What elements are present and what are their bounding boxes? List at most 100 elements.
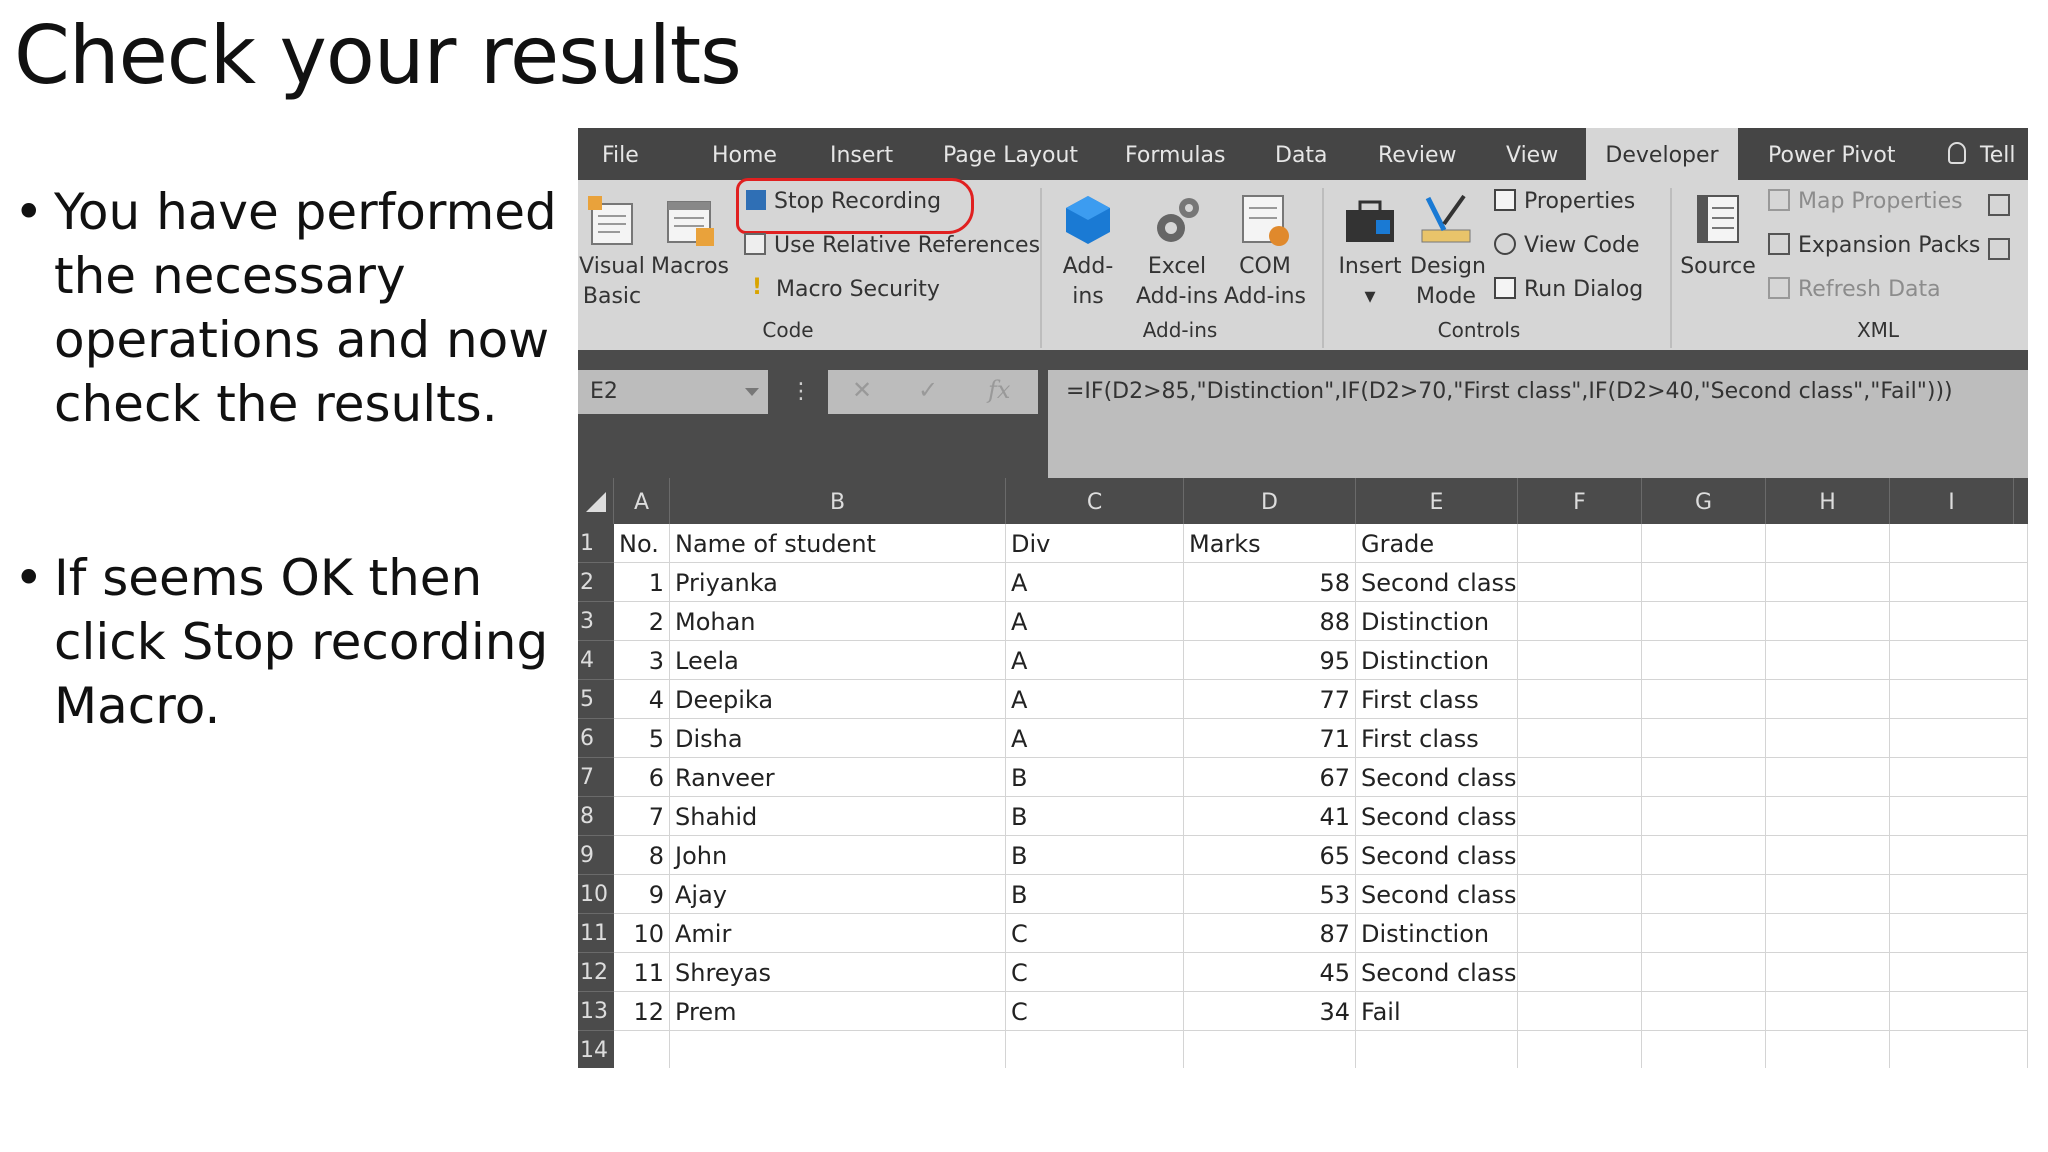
cell[interactable]: Second class bbox=[1356, 953, 1518, 992]
add-ins-button[interactable]: Add- ins bbox=[1050, 190, 1126, 312]
cell[interactable] bbox=[1890, 758, 2028, 797]
cell[interactable]: 77 bbox=[1184, 680, 1356, 719]
vertical-dots-icon[interactable]: ⋮ bbox=[790, 374, 812, 410]
cell[interactable]: Ajay bbox=[670, 875, 1006, 914]
cell[interactable]: C bbox=[1006, 953, 1184, 992]
cell[interactable]: 88 bbox=[1184, 602, 1356, 641]
tab-power-pivot[interactable]: Power Pivot bbox=[1768, 128, 1896, 180]
column-header[interactable]: E bbox=[1356, 478, 1518, 524]
cell[interactable]: A bbox=[1006, 641, 1184, 680]
cell[interactable] bbox=[1518, 914, 1642, 953]
cell[interactable]: Priyanka bbox=[670, 563, 1006, 602]
cell[interactable] bbox=[1890, 836, 2028, 875]
cell[interactable]: Ranveer bbox=[670, 758, 1006, 797]
cell[interactable]: Fail bbox=[1356, 992, 1518, 1031]
cell[interactable] bbox=[1890, 992, 2028, 1031]
enter-check-icon[interactable]: ✓ bbox=[918, 376, 938, 404]
cell[interactable]: Marks bbox=[1184, 524, 1356, 563]
cell[interactable]: 7 bbox=[614, 797, 670, 836]
cell[interactable]: Amir bbox=[670, 914, 1006, 953]
cell[interactable] bbox=[1518, 953, 1642, 992]
cell[interactable] bbox=[1518, 524, 1642, 563]
cell[interactable]: 53 bbox=[1184, 875, 1356, 914]
tab-developer[interactable]: Developer bbox=[1586, 128, 1738, 180]
cell[interactable]: 87 bbox=[1184, 914, 1356, 953]
column-header[interactable]: I bbox=[1890, 478, 2014, 524]
cell[interactable] bbox=[1642, 914, 1766, 953]
cell[interactable]: Distinction bbox=[1356, 914, 1518, 953]
column-header[interactable]: B bbox=[670, 478, 1006, 524]
cell[interactable]: B bbox=[1006, 758, 1184, 797]
cell[interactable] bbox=[1642, 719, 1766, 758]
cell[interactable] bbox=[1890, 563, 2028, 602]
column-header[interactable]: C bbox=[1006, 478, 1184, 524]
cell[interactable]: 6 bbox=[614, 758, 670, 797]
run-dialog-button[interactable]: Run Dialog bbox=[1494, 272, 1643, 308]
cell[interactable]: 58 bbox=[1184, 563, 1356, 602]
cell[interactable] bbox=[1518, 680, 1642, 719]
cell[interactable]: Leela bbox=[670, 641, 1006, 680]
column-header[interactable]: H bbox=[1766, 478, 1890, 524]
cell[interactable] bbox=[1642, 1031, 1766, 1068]
row-header[interactable]: 3 bbox=[578, 602, 614, 641]
cell[interactable]: 71 bbox=[1184, 719, 1356, 758]
cell[interactable] bbox=[1518, 1031, 1642, 1068]
insert-function-icon[interactable]: fx bbox=[988, 376, 1010, 404]
cell[interactable] bbox=[1766, 680, 1890, 719]
tab-formulas[interactable]: Formulas bbox=[1125, 128, 1225, 180]
xml-source-button[interactable]: Source bbox=[1678, 190, 1758, 282]
cell[interactable]: 9 bbox=[614, 875, 670, 914]
cell[interactable] bbox=[1642, 875, 1766, 914]
column-header[interactable]: D bbox=[1184, 478, 1356, 524]
cell[interactable]: 10 bbox=[614, 914, 670, 953]
cell[interactable] bbox=[1766, 1031, 1890, 1068]
cell[interactable] bbox=[670, 1031, 1006, 1068]
cell[interactable] bbox=[1642, 602, 1766, 641]
tab-insert[interactable]: Insert bbox=[830, 128, 893, 180]
cell[interactable] bbox=[1890, 602, 2028, 641]
insert-control-button[interactable]: Insert ▾ bbox=[1334, 190, 1406, 312]
cell[interactable]: C bbox=[1006, 914, 1184, 953]
cell[interactable]: Shahid bbox=[670, 797, 1006, 836]
cell[interactable]: Second class bbox=[1356, 797, 1518, 836]
cell[interactable]: Distinction bbox=[1356, 602, 1518, 641]
export-icon[interactable] bbox=[1988, 238, 2010, 260]
view-code-button[interactable]: View Code bbox=[1494, 228, 1640, 264]
chevron-down-icon[interactable] bbox=[745, 388, 759, 396]
cell[interactable] bbox=[1642, 992, 1766, 1031]
select-all-corner[interactable] bbox=[578, 478, 614, 524]
cell[interactable]: 41 bbox=[1184, 797, 1356, 836]
design-mode-button[interactable]: Design Mode bbox=[1410, 190, 1486, 312]
cell[interactable]: B bbox=[1006, 797, 1184, 836]
cell[interactable]: Disha bbox=[670, 719, 1006, 758]
cell[interactable] bbox=[1006, 1031, 1184, 1068]
row-header[interactable]: 8 bbox=[578, 797, 614, 836]
cell[interactable] bbox=[1518, 719, 1642, 758]
cell[interactable] bbox=[1766, 914, 1890, 953]
cell[interactable]: Grade bbox=[1356, 524, 1518, 563]
cell[interactable] bbox=[1642, 797, 1766, 836]
cell[interactable]: Distinction bbox=[1356, 641, 1518, 680]
cell[interactable] bbox=[1890, 953, 2028, 992]
row-header[interactable]: 9 bbox=[578, 836, 614, 875]
row-header[interactable]: 13 bbox=[578, 992, 614, 1031]
row-header[interactable]: 7 bbox=[578, 758, 614, 797]
cell[interactable] bbox=[1642, 641, 1766, 680]
tab-tell-me[interactable]: Tell bbox=[1980, 128, 2015, 180]
cell[interactable]: A bbox=[1006, 719, 1184, 758]
row-header[interactable]: 4 bbox=[578, 641, 614, 680]
cell[interactable]: 5 bbox=[614, 719, 670, 758]
cell[interactable]: Second class bbox=[1356, 563, 1518, 602]
row-header[interactable]: 6 bbox=[578, 719, 614, 758]
cell[interactable] bbox=[1766, 836, 1890, 875]
name-box[interactable]: E2 bbox=[578, 370, 768, 414]
cell[interactable]: 12 bbox=[614, 992, 670, 1031]
tab-data[interactable]: Data bbox=[1275, 128, 1328, 180]
cell[interactable] bbox=[1890, 641, 2028, 680]
import-icon[interactable] bbox=[1988, 194, 2010, 216]
cell[interactable] bbox=[1518, 563, 1642, 602]
cell[interactable] bbox=[1766, 992, 1890, 1031]
cell[interactable]: 3 bbox=[614, 641, 670, 680]
cancel-icon[interactable]: ✕ bbox=[852, 376, 872, 404]
row-header[interactable]: 1 bbox=[578, 524, 614, 563]
